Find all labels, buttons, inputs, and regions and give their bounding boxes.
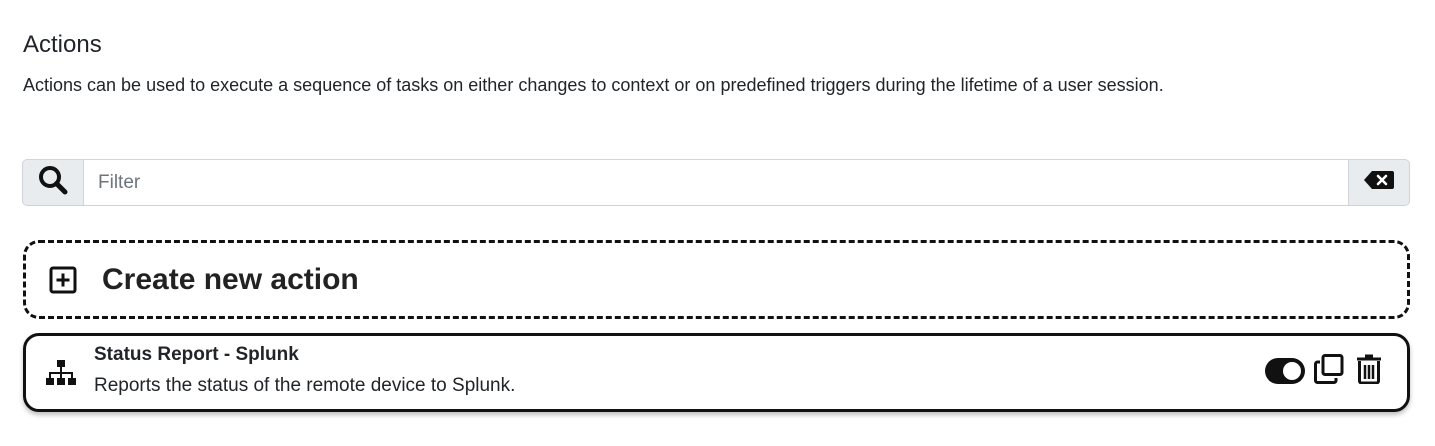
plus-square-icon	[48, 265, 78, 295]
create-action-button[interactable]: Create new action	[23, 240, 1410, 319]
trash-icon	[1356, 354, 1382, 389]
delete-action-button[interactable]	[1353, 354, 1385, 389]
copy-icon	[1314, 353, 1344, 389]
create-action-label: Create new action	[102, 262, 359, 296]
action-text: Status Report - Splunk Reports the statu…	[94, 344, 516, 399]
action-card[interactable]: Status Report - Splunk Reports the statu…	[23, 333, 1410, 412]
sitemap-icon	[44, 356, 78, 390]
filter-bar	[22, 159, 1410, 206]
action-controls	[1265, 353, 1385, 389]
toggle-knob	[1283, 362, 1301, 380]
action-title: Status Report - Splunk	[94, 343, 299, 365]
page-description: Actions can be used to execute a sequenc…	[23, 75, 1164, 95]
action-enabled-toggle[interactable]	[1265, 358, 1305, 384]
search-addon	[22, 159, 84, 206]
filter-input[interactable]	[84, 159, 1348, 206]
clear-filter-button[interactable]	[1348, 159, 1410, 206]
action-description: Reports the status of the remote device …	[94, 374, 516, 396]
page-title: Actions	[23, 31, 102, 58]
backspace-icon	[1363, 170, 1395, 195]
duplicate-action-button[interactable]	[1313, 353, 1345, 389]
search-icon	[37, 164, 69, 201]
actions-page: Actions Actions can be used to execute a…	[0, 0, 1435, 446]
